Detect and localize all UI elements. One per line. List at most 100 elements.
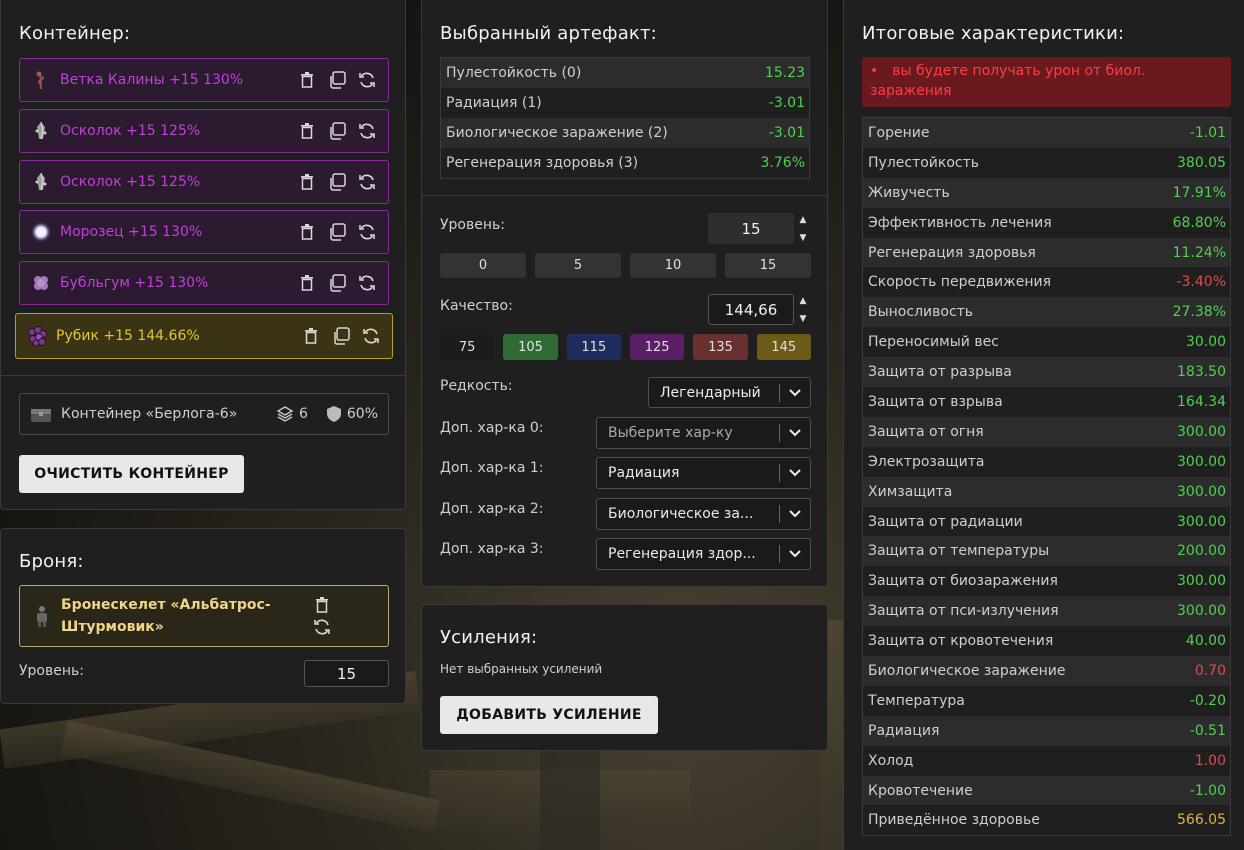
quality-preset-button[interactable]: 135 [693, 334, 748, 360]
level-preset-button[interactable]: 5 [535, 253, 621, 278]
copy-icon[interactable] [326, 221, 348, 243]
refresh-icon[interactable] [356, 120, 378, 142]
quality-preset-button[interactable]: 125 [629, 334, 685, 360]
copy-icon[interactable] [330, 325, 352, 347]
table-row: Регенерация здоровья 11.24% [863, 237, 1230, 268]
chevron-down-icon[interactable] [780, 469, 810, 477]
level-input[interactable]: 15 [708, 213, 794, 244]
table-row: Электрозащита 300.00 [863, 446, 1230, 477]
container-item-label: Осколок +15 125% [60, 174, 201, 190]
extra-stat-select[interactable]: Биологическое за... [596, 498, 811, 530]
trash-icon[interactable] [296, 69, 318, 91]
stat-name: Горение [868, 124, 930, 141]
table-row: Скорость передвижения -3.40% [863, 267, 1230, 298]
table-row: Горение -1.01 [863, 118, 1230, 148]
extra-stat-label: Доп. хар-ка 0: [440, 420, 544, 436]
stat-name: Холод [868, 752, 914, 769]
extra-stat-select[interactable]: Выберите хар-ку [596, 417, 811, 449]
copy-icon[interactable] [326, 272, 348, 294]
chevron-up-icon[interactable]: ▲ [800, 215, 807, 225]
trash-icon[interactable] [311, 594, 333, 616]
level-label: Уровень: [440, 217, 505, 233]
refresh-icon[interactable] [356, 171, 378, 193]
add-boost-button[interactable]: ДОБАВИТЬ УСИЛЕНИЕ [440, 696, 658, 734]
table-row: Защита от огня 300.00 [863, 416, 1230, 447]
quality-preset-button[interactable]: 145 [756, 334, 811, 360]
quality-preset-button[interactable]: 115 [566, 334, 621, 360]
stat-name: Радиация [868, 722, 940, 739]
trash-icon[interactable] [296, 120, 318, 142]
level-preset-button[interactable]: 15 [725, 253, 811, 278]
refresh-icon[interactable] [311, 616, 333, 638]
level-preset-button[interactable]: 10 [630, 253, 716, 278]
stat-value: 300.00 [1177, 573, 1226, 590]
trash-icon[interactable] [296, 171, 318, 193]
container-item[interactable]: Осколок +15 125% [19, 109, 389, 153]
chevron-down-icon[interactable] [780, 429, 810, 437]
rarity-label: Редкость: [440, 378, 513, 394]
stat-value: 300.00 [1177, 603, 1226, 620]
quality-preset-button[interactable]: 75 [440, 334, 495, 360]
container-panel: Контейнер: Ветка Калины +15 130% Осколок … [0, 0, 406, 510]
level-spinner[interactable]: ▲ ▼ [797, 215, 809, 243]
chevron-down-icon[interactable] [780, 510, 810, 518]
refresh-icon[interactable] [356, 221, 378, 243]
container-item[interactable]: Рубик +15 144.66% [15, 313, 393, 359]
quality-preset-button[interactable]: 105 [503, 334, 558, 360]
armor-level-input[interactable]: 15 [304, 660, 389, 687]
trash-icon[interactable] [300, 325, 322, 347]
refresh-icon[interactable] [360, 325, 382, 347]
table-row: Кровотечение -1.00 [863, 775, 1230, 806]
trash-icon[interactable] [296, 272, 318, 294]
chevron-down-icon[interactable]: ▼ [800, 233, 807, 243]
frost-icon [30, 221, 52, 243]
table-row: Радиация (1) -3.01 [441, 88, 809, 118]
container-item[interactable]: Бубльгум +15 130% [19, 261, 389, 305]
refresh-icon[interactable] [356, 272, 378, 294]
rarity-select[interactable]: Легендарный [648, 377, 811, 408]
stat-value: 0.70 [1194, 662, 1226, 679]
table-row: Защита от пси-излучения 300.00 [863, 596, 1230, 627]
clear-container-button[interactable]: ОЧИСТИТЬ КОНТЕЙНЕР [19, 455, 244, 493]
quality-spinner[interactable]: ▲ ▼ [797, 296, 809, 324]
container-protection: 60% [326, 405, 378, 423]
armor-level-label: Уровень: [19, 663, 84, 679]
copy-icon[interactable] [326, 120, 348, 142]
copy-icon[interactable] [326, 171, 348, 193]
chevron-down-icon[interactable] [780, 550, 810, 558]
table-row: Защита от биозаражения 300.00 [863, 566, 1230, 597]
container-selector[interactable]: Контейнер «Берлога-6» 6 60% [19, 393, 389, 435]
table-row: Температура -0.20 [863, 685, 1230, 716]
level-preset-button[interactable]: 0 [440, 253, 526, 278]
armor-item[interactable]: Бронескелет «Альбатрос-Штурмовик» [19, 585, 389, 647]
stat-name: Переносимый вес [868, 334, 999, 351]
quality-label: Качество: [440, 298, 513, 314]
refresh-icon[interactable] [356, 69, 378, 91]
container-name: Контейнер «Берлога-6» [61, 406, 238, 422]
quality-input[interactable]: 144,66 [708, 294, 794, 325]
chevron-down-icon[interactable] [780, 388, 810, 397]
table-row: Радиация -0.51 [863, 715, 1230, 746]
extra-stat-select[interactable]: Радиация [596, 457, 811, 489]
chevron-down-icon[interactable]: ▼ [800, 314, 807, 324]
stat-name: Кровотечение [868, 782, 973, 799]
stat-value: 3.76% [760, 155, 805, 171]
copy-icon[interactable] [326, 69, 348, 91]
chevron-up-icon[interactable]: ▲ [800, 296, 807, 306]
viburnum-branch-icon [30, 69, 52, 91]
extra-stat-select[interactable]: Регенерация здор... [596, 538, 811, 570]
artifact-panel: Выбранный артефакт: Пулестойкость (0) 15.… [421, 0, 828, 587]
stat-value: 300.00 [1177, 423, 1226, 440]
container-item[interactable]: Морозец +15 130% [19, 210, 389, 254]
stat-value: 1.00 [1194, 752, 1226, 769]
stat-value: -3.40% [1176, 274, 1226, 291]
container-item[interactable]: Ветка Калины +15 130% [19, 58, 389, 102]
artifact-stats-table: Пулестойкость (0) 15.23 Радиация (1) -3.01 Б… [440, 57, 810, 179]
trash-icon[interactable] [296, 221, 318, 243]
stat-name: Защита от взрыва [868, 393, 1003, 410]
boosts-title: Усиления: [440, 627, 538, 648]
stat-name: Электрозащита [868, 453, 985, 470]
container-item[interactable]: Осколок +15 125% [19, 160, 389, 204]
warning-text: вы будете получать урон от биол. заражен… [870, 63, 1146, 99]
table-row: Переносимый вес 30.00 [863, 327, 1230, 358]
